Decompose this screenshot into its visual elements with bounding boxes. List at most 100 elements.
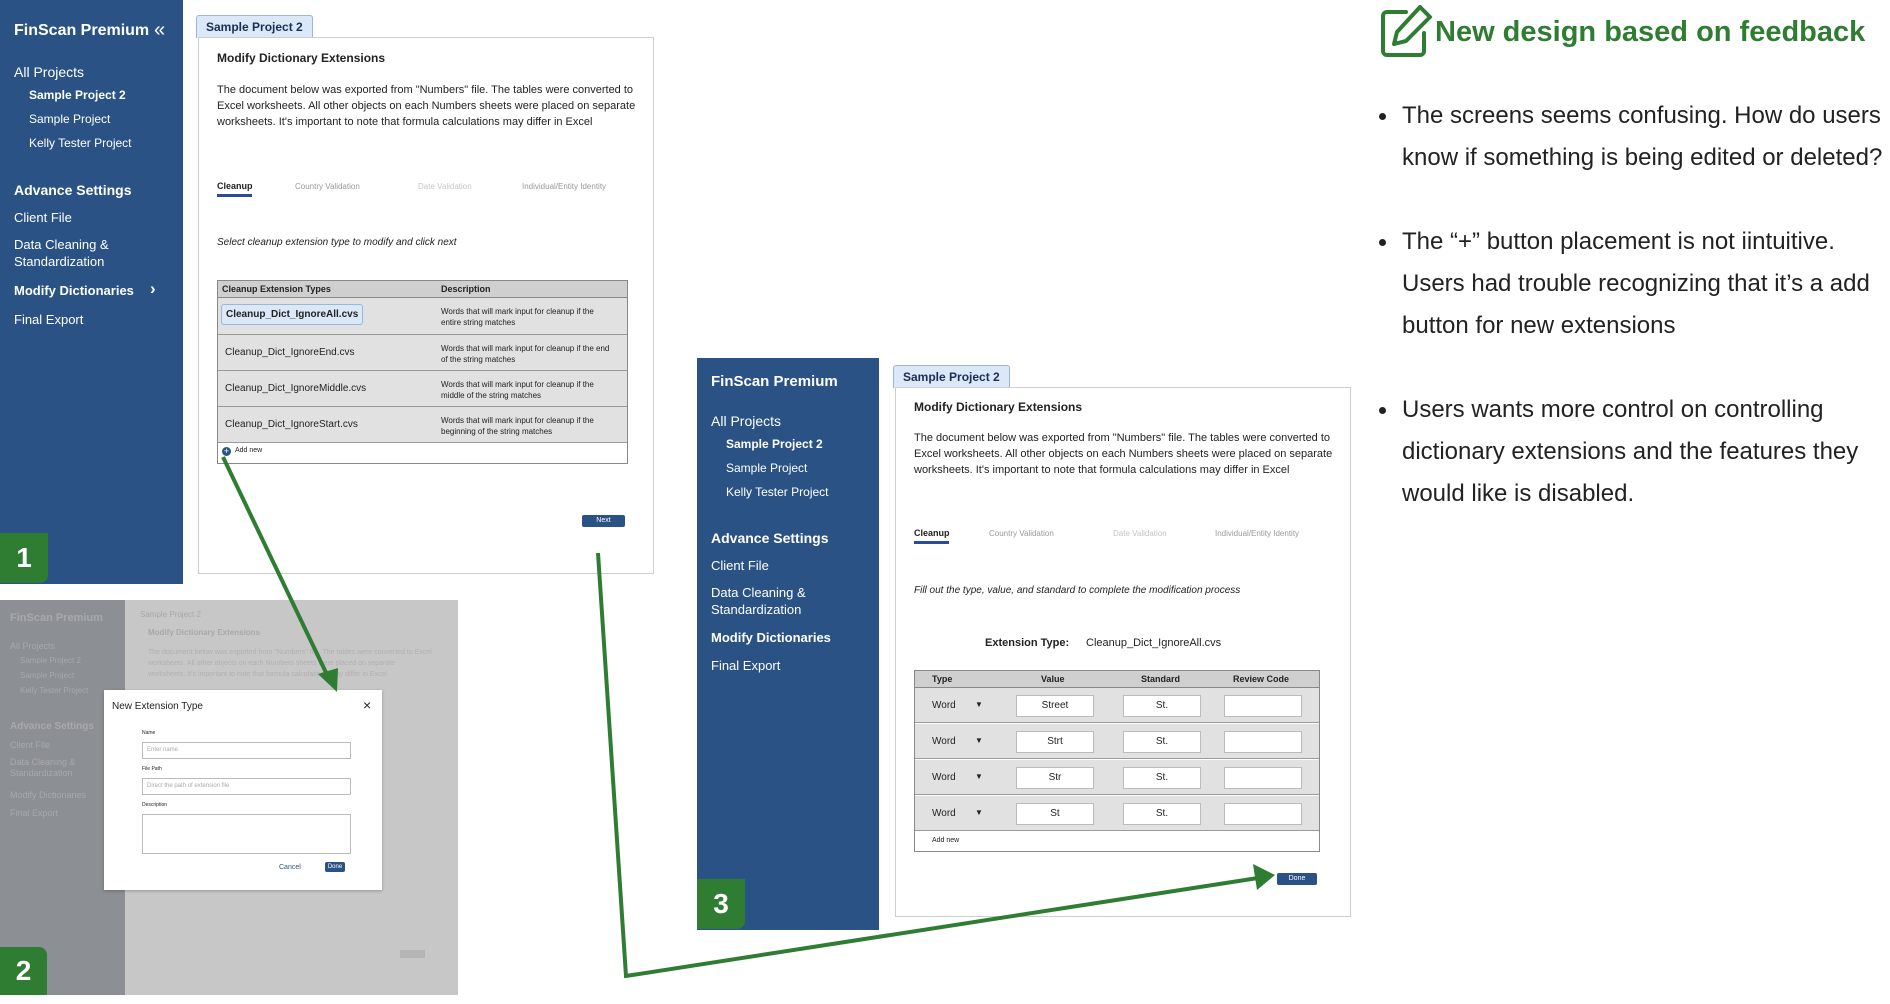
nav-all-projects[interactable]: All Projects [711,413,781,429]
add-new-link[interactable]: Add new [235,447,262,454]
name-field[interactable]: Enter name [142,742,351,759]
extension-type-value: Cleanup_Dict_IgnoreAll.cvs [1086,637,1222,649]
tab-cleanup[interactable]: Cleanup [217,181,253,191]
type-select[interactable]: Word [932,772,956,783]
dim-next-button [400,950,425,958]
row-name[interactable]: Cleanup_Dict_IgnoreStart.cvs [225,419,358,430]
row-name[interactable]: Cleanup_Dict_IgnoreEnd.cvs [225,347,355,358]
add-new-link[interactable]: Add new [932,837,959,844]
type-select[interactable]: Word [932,700,956,711]
chevron-down-icon[interactable]: ▼ [975,700,983,709]
dim-nav-client-file: Client File [10,740,51,750]
nav-modify-dictionaries[interactable]: Modify Dictionaries [14,283,134,298]
nav-project-sample-2[interactable]: Sample Project 2 [29,88,126,102]
page-heading: Modify Dictionary Extensions [914,400,1083,414]
dim-nav-project: Sample Project 2 [20,656,81,665]
standard-input[interactable]: St. [1123,803,1201,825]
tab-individual-entity[interactable]: Individual/Entity Identity [1215,529,1299,538]
nav-project-kelly[interactable]: Kelly Tester Project [29,136,132,150]
bullet-dot [1379,113,1386,120]
tab-country-validation[interactable]: Country Validation [295,182,360,191]
project-tab[interactable]: Sample Project 2 [893,365,1010,388]
col-header-review-code: Review Code [1233,674,1290,684]
instruction-text: Fill out the type, value, and standard t… [914,585,1241,596]
type-select[interactable]: Word [932,808,956,819]
col-header-types: Cleanup Extension Types [222,284,331,294]
bullet-dot [1379,407,1386,414]
tab-cleanup-underline [217,194,252,197]
value-input[interactable]: St [1016,803,1094,825]
nav-advance-settings: Advance Settings [711,530,829,546]
nav-project-kelly[interactable]: Kelly Tester Project [726,485,829,499]
col-header-type: Type [932,674,953,684]
nav-advance-settings: Advance Settings [14,182,132,198]
dim-nav-advance: Advance Settings [10,721,94,732]
intro-text: The document below was exported from "Nu… [217,84,636,128]
review-code-input[interactable] [1224,695,1302,717]
dim-nav-modify: Modify Dictionaries [10,790,87,800]
step-badge: 1 [0,533,48,583]
value-input[interactable]: Strt [1016,731,1094,753]
project-tab[interactable]: Sample Project 2 [196,15,313,38]
description-label: Description [142,802,168,808]
tab-cleanup[interactable]: Cleanup [914,528,950,538]
dim-nav-all-projects: All Projects [10,641,56,651]
chevron-down-icon[interactable]: ▼ [975,772,983,781]
nav-project-sample[interactable]: Sample Project [726,461,807,475]
edit-pencil-icon [1381,5,1432,57]
nav-final-export[interactable]: Final Export [711,658,780,673]
row-desc: Words that will mark input for cleanup i… [441,307,594,327]
screen-2: FinScan Premium All Projects Sample Proj… [0,600,458,995]
dim-nav-final-export: Final Export [10,808,59,818]
tab-date-validation[interactable]: Date Validation [1113,529,1167,538]
value-input[interactable]: Str [1016,767,1094,789]
standard-input[interactable]: St. [1123,695,1201,717]
chevron-down-icon[interactable]: ▼ [975,808,983,817]
row-name-selected[interactable]: Cleanup_Dict_IgnoreAll.cvs [221,304,364,325]
cancel-button[interactable]: Cancel [279,864,301,871]
extension-type-label: Extension Type: [985,637,1070,649]
standard-input[interactable]: St. [1123,731,1201,753]
nav-data-cleaning[interactable]: Data Cleaning & Standardization [14,236,134,270]
tab-individual-entity[interactable]: Individual/Entity Identity [522,182,606,191]
next-button[interactable]: Next [582,515,625,527]
nav-client-file[interactable]: Client File [14,210,72,225]
row-desc: Words that will mark input for cleanup i… [441,380,594,400]
col-header-standard: Standard [1141,674,1181,684]
review-code-input[interactable] [1224,767,1302,789]
collapse-icon[interactable]: « [154,19,165,42]
tab-country-validation[interactable]: Country Validation [989,529,1054,538]
step-badge: 3 [697,879,745,929]
add-new-icon[interactable]: + [222,447,231,456]
standard-input[interactable]: St. [1123,767,1201,789]
nav-all-projects[interactable]: All Projects [14,64,84,80]
type-select[interactable]: Word [932,736,956,747]
done-button[interactable]: Done [325,862,345,872]
nav-project-sample-2[interactable]: Sample Project 2 [726,437,823,451]
path-field[interactable]: Direct the path of extension file [142,778,351,795]
nav-final-export[interactable]: Final Export [14,312,83,327]
dim-intro-text: The document below was exported from "Nu… [148,649,432,678]
dim-page-heading: Modify Dictionary Extensions [148,628,261,637]
feedback-bullet: The screens seems confusing. How do user… [1402,102,1883,171]
nav-data-cleaning[interactable]: Data Cleaning & Standardization [711,584,831,618]
tab-date-validation[interactable]: Date Validation [418,182,472,191]
page-heading: Modify Dictionary Extensions [217,51,386,65]
nav-client-file[interactable]: Client File [711,558,769,573]
app-title: FinScan Premium [711,373,838,390]
description-field[interactable] [142,814,351,854]
col-header-description: Description [441,284,491,294]
chevron-down-icon[interactable]: ▼ [975,736,983,745]
dim-nav-project: Sample Project [20,671,75,680]
step-badge: 2 [0,947,47,995]
review-code-input[interactable] [1224,731,1302,753]
bullet-dot [1379,239,1386,246]
close-icon[interactable]: × [363,697,371,713]
nav-modify-dictionaries[interactable]: Modify Dictionaries [711,630,831,645]
feedback-bullet: Users wants more control on controlling … [1402,396,1859,507]
value-input[interactable]: Street [1016,695,1094,717]
nav-project-sample[interactable]: Sample Project [29,112,110,126]
done-button[interactable]: Done [1277,873,1317,885]
row-name[interactable]: Cleanup_Dict_IgnoreMiddle.cvs [225,383,366,394]
review-code-input[interactable] [1224,803,1302,825]
